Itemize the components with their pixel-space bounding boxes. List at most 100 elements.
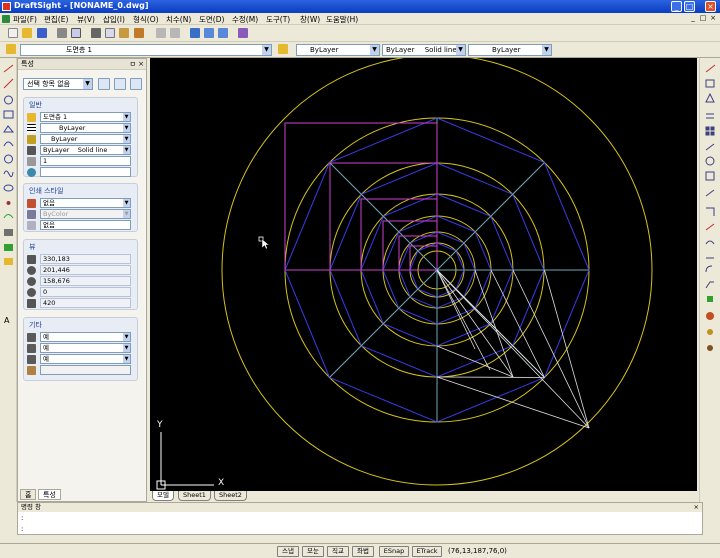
linetype-combo[interactable]: ByLayer Solid line ▼ [382,44,466,56]
drawing-canvas[interactable]: Y X [150,54,697,491]
scale-field[interactable]: 1 [40,156,131,166]
menu-draw[interactable]: 도면(D) [199,14,224,25]
pin-icon[interactable]: ㅁ [130,59,136,70]
open-folder-icon[interactable] [22,28,32,38]
grid-toggle[interactable]: 모눈 [302,546,324,557]
spline-tool-icon[interactable] [3,170,14,178]
paste-icon[interactable] [119,28,129,38]
layer-combo[interactable]: 도면층 1 ▼ [20,44,272,56]
rotate-icon[interactable] [705,156,715,166]
move-icon[interactable] [705,143,715,151]
linestyle-field[interactable]: ByLayer ▼ [40,123,131,133]
ucs-per-viewport-field[interactable]: 예 ▼ [40,354,131,364]
circle2-tool-icon[interactable] [4,154,13,164]
doc-minimize-button[interactable]: _ [689,14,697,22]
menu-format[interactable]: 형식(O) [133,14,159,25]
menu-view[interactable]: 뷰(V) [77,14,95,25]
pattern-icon[interactable] [705,126,710,131]
offset-icon[interactable] [706,113,714,119]
paint-icon[interactable] [707,345,713,351]
esnap-toggle[interactable]: ESnap [379,546,409,557]
ucs-on-field[interactable]: 예 ▼ [40,332,131,342]
block-tool-icon[interactable] [4,244,13,251]
extend-icon[interactable] [705,223,715,231]
toggle-pickadd-icon[interactable] [130,78,142,90]
mirror-icon[interactable] [705,92,715,103]
close-button[interactable]: × [705,1,716,12]
scale-icon[interactable] [705,171,715,181]
polygon-tool-icon[interactable] [3,125,15,133]
menu-dimension[interactable]: 치수(N) [166,14,191,25]
undo-icon[interactable] [156,28,166,38]
line-tool-icon[interactable] [3,64,14,73]
color-field[interactable]: ByLayer ▼ [40,134,131,144]
maximize-button[interactable]: □ [684,1,695,12]
layer-field[interactable]: 도면층 1 ▼ [40,112,131,122]
doc-restore-button[interactable]: □ [699,14,707,22]
cloud-tool-icon[interactable] [3,214,14,219]
new-file-icon[interactable] [8,28,18,38]
copy-entity-icon[interactable] [705,79,715,88]
close-icon[interactable]: × [694,503,699,512]
print-table-field[interactable]: 없음 [40,220,131,230]
match-icon[interactable] [707,329,713,335]
print-icon[interactable] [57,28,67,38]
arc-tool-icon[interactable] [3,141,14,147]
rectangle-tool-icon[interactable] [3,110,14,119]
print-style-field[interactable]: 없음 ▼ [40,198,131,208]
quick-select-icon[interactable] [114,78,126,90]
stretch-icon[interactable] [705,189,715,197]
command-prompt[interactable]: : [21,525,23,533]
polar-toggle[interactable]: 좌법 [352,546,374,557]
save-icon[interactable] [37,28,47,38]
doc-close-button[interactable]: × [709,14,717,22]
point-tool-icon[interactable] [6,201,11,205]
break-icon[interactable] [705,240,715,245]
lineweight-combo[interactable]: ByLayer ▼ [468,44,552,56]
redo-icon[interactable] [170,28,180,38]
ortho-toggle[interactable]: 직교 [327,546,349,557]
layer-state-icon[interactable] [278,44,288,54]
copy-icon[interactable] [105,28,115,38]
insert-tool-icon[interactable] [4,258,13,265]
hatch-tool-icon[interactable] [4,229,13,236]
layer-manager-icon[interactable] [238,28,248,38]
zoom-window-icon[interactable] [218,28,228,38]
menu-help[interactable]: 도움말(H) [326,14,358,25]
erase-icon[interactable] [705,64,716,73]
match-properties-icon[interactable] [134,28,144,38]
etrack-toggle[interactable]: ETrack [412,546,442,557]
menu-insert[interactable]: 삽입(I) [103,14,125,25]
text-tool-icon[interactable]: A [4,316,10,325]
minimize-button[interactable]: _ [671,1,682,12]
color-combo[interactable]: ByLayer ▼ [296,44,380,56]
explode-icon[interactable] [707,296,713,302]
print-preview-icon[interactable] [71,28,81,38]
linetype-field[interactable]: ByLayer Solid line ▼ [40,145,131,155]
tab-sheet2[interactable]: Sheet2 [214,491,247,501]
menu-window[interactable]: 창(W) [300,14,320,25]
ucs-origin-field[interactable]: 예 ▼ [40,343,131,353]
menu-edit[interactable]: 편집(E) [44,14,68,25]
circle-tool-icon[interactable] [4,95,13,105]
tab-sheet1[interactable]: Sheet1 [178,491,211,501]
selection-combo[interactable]: 선택 항목 없음 ▼ [23,78,93,90]
close-panel-icon[interactable]: × [138,59,144,70]
tab-properties[interactable]: 특성 [38,489,61,500]
properties-icon[interactable] [706,312,714,320]
menu-file[interactable]: 파일(F) [13,14,37,25]
zoom-icon[interactable] [204,28,214,38]
select-objects-icon[interactable] [98,78,110,90]
snap-toggle[interactable]: 스냅 [277,546,299,557]
chamfer-icon[interactable] [705,281,714,289]
hyperlink-field[interactable] [40,167,131,177]
fillet-icon[interactable] [705,265,713,273]
cut-icon[interactable] [91,28,101,38]
tab-home[interactable]: 홈 [20,489,37,500]
pan-icon[interactable] [190,28,200,38]
infinite-line-icon[interactable] [3,78,14,89]
menu-modify[interactable]: 수정(M) [232,14,258,25]
ellipse-tool-icon[interactable] [3,184,14,192]
tab-model[interactable]: 모델 [152,491,174,501]
trim-icon[interactable] [706,207,715,216]
